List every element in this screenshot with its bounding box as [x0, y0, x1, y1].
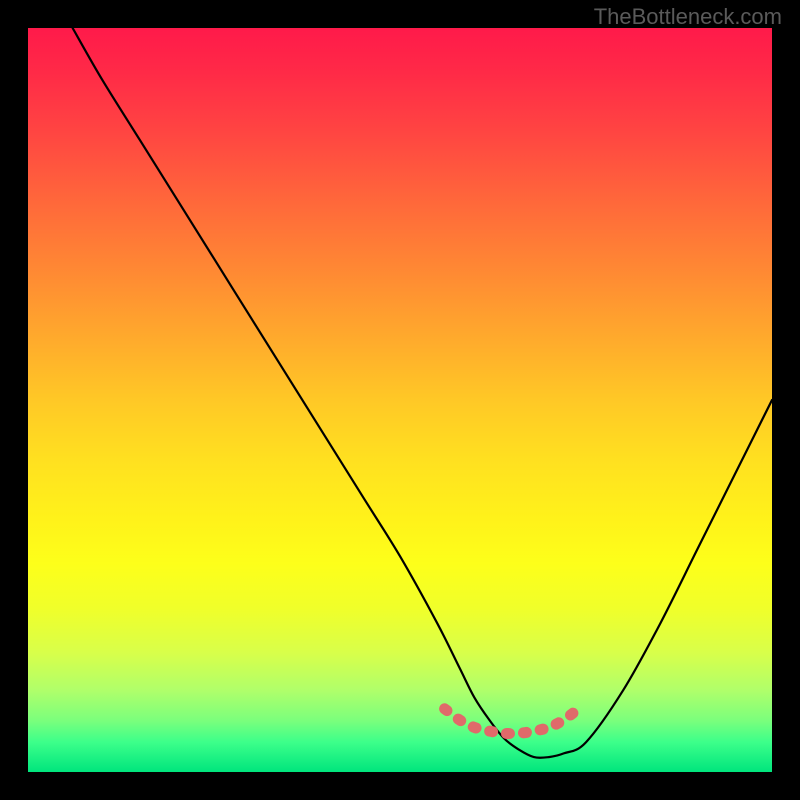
bottleneck-curve — [73, 28, 772, 758]
chart-svg — [28, 28, 772, 772]
sweet-spot-band — [445, 709, 579, 734]
watermark-text: TheBottleneck.com — [594, 4, 782, 30]
plot-area — [28, 28, 772, 772]
